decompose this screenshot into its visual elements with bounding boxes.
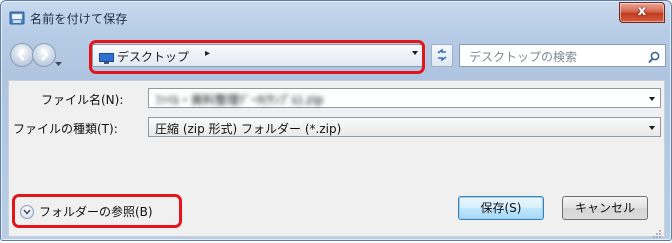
resize-grip-icon[interactable] [652, 224, 662, 238]
filetype-label: ファイルの種類(T): [13, 122, 118, 136]
forward-button[interactable] [32, 43, 56, 67]
title-bar[interactable]: 名前を付けて保存 x [1, 1, 671, 33]
back-arrow-icon [17, 49, 25, 61]
close-icon: x [637, 4, 647, 19]
save-as-dialog: 名前を付けて保存 x デスクトップ ▸ デスクトップの検索 ファイル名(N): … [0, 0, 672, 241]
search-placeholder: デスクトップの検索 [469, 50, 578, 64]
window-title: 名前を付けて保存 [30, 12, 128, 26]
cancel-button[interactable]: キャンセル [562, 196, 648, 220]
filetype-dropdown-icon[interactable] [649, 126, 655, 130]
filetype-select[interactable]: 圧縮 (zip 形式) フォルダー (*.zip) [148, 117, 661, 137]
close-button[interactable]: x [619, 2, 665, 23]
browse-folders-highlight [12, 194, 182, 228]
save-button[interactable]: 保存(S) [458, 196, 544, 220]
address-bar-highlight [89, 40, 425, 74]
filetype-value: 圧縮 (zip 形式) フォルダー (*.zip) [155, 122, 342, 136]
back-button[interactable] [10, 43, 34, 67]
forward-arrow-icon [41, 49, 49, 61]
search-input[interactable]: デスクトップの検索 [459, 44, 666, 67]
search-icon[interactable] [648, 49, 660, 68]
filename-label: ファイル名(N): [41, 93, 124, 107]
filename-value: ﾌｧｲﾙ・資料整理ﾃﾞｰﾀ(ｻﾝﾌﾟﾙ).zip [155, 93, 324, 107]
refresh-button[interactable] [431, 44, 453, 67]
save-dialog-icon [9, 10, 25, 25]
recent-pages-chevron-icon[interactable] [55, 52, 62, 66]
refresh-icon [437, 48, 447, 62]
filename-dropdown-icon[interactable] [649, 97, 655, 101]
filename-input[interactable]: ﾌｧｲﾙ・資料整理ﾃﾞｰﾀ(ｻﾝﾌﾟﾙ).zip [148, 88, 661, 108]
